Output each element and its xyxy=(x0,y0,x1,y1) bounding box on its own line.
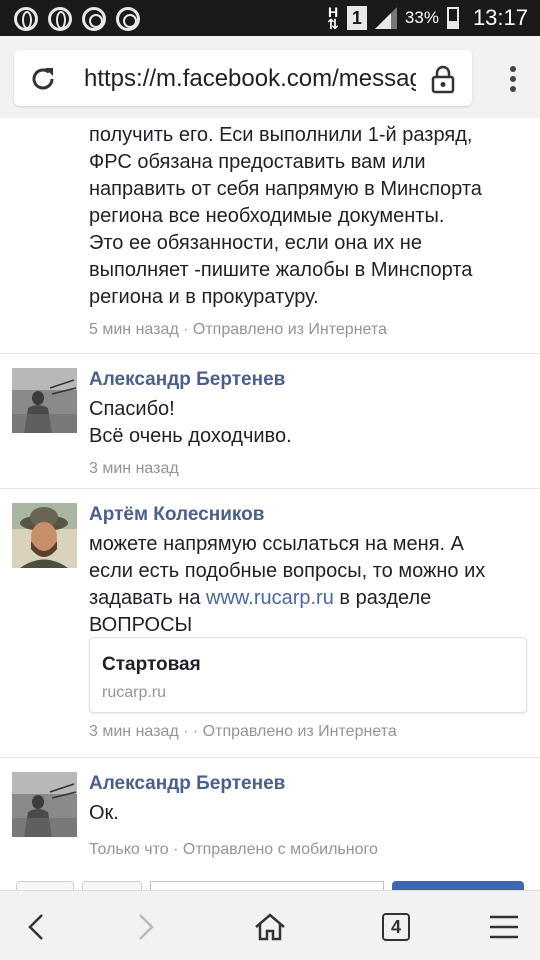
opera-icon xyxy=(14,7,38,31)
message-item: Артём Колесников можете напрямую ссылать… xyxy=(0,489,540,758)
message-item: Александр Бертенев Ок. Только что · Отпр… xyxy=(0,758,540,890)
link-preview-domain: rucarp.ru xyxy=(102,684,167,701)
message-thread: получить его. Еси выполнили 1-й разряд, … xyxy=(0,118,540,890)
home-icon[interactable] xyxy=(250,907,290,947)
avatar[interactable] xyxy=(12,772,77,837)
message-text: получить его. Еси выполнили 1-й разряд, … xyxy=(89,124,482,308)
opera-icon xyxy=(48,7,72,31)
author-name[interactable]: Артём Колесников xyxy=(89,503,529,527)
message-link[interactable]: www.rucarp.ru xyxy=(206,587,334,609)
chrome-icon xyxy=(116,7,140,31)
battery-percent: 33% xyxy=(404,8,439,27)
reply-input[interactable] xyxy=(150,881,384,890)
forward-icon[interactable] xyxy=(124,907,164,947)
author-name[interactable]: Александр Бертенев xyxy=(89,772,529,796)
attach-photo-button[interactable] xyxy=(16,881,74,890)
sticker-button[interactable] xyxy=(82,881,142,890)
signal-icon xyxy=(374,7,397,29)
hamburger-menu-icon[interactable] xyxy=(484,907,524,947)
chrome-icon xyxy=(82,7,106,31)
clock: 13:17 xyxy=(472,5,528,30)
avatar[interactable] xyxy=(12,368,77,433)
message-text: можете напрямую ссылаться на меня. А есл… xyxy=(89,533,486,636)
sim-icon: 1 xyxy=(346,6,367,30)
message-meta: 5 мин назад · Отправлено из Интернета xyxy=(89,321,387,338)
send-button[interactable] xyxy=(392,881,524,890)
lock-icon[interactable] xyxy=(430,64,456,94)
overflow-menu-icon[interactable] xyxy=(510,66,518,92)
browser-toolbar: https://m.facebook.com/messages xyxy=(0,36,540,118)
message-text: Спасибо! Всё очень доходчиво. xyxy=(89,398,292,447)
message-item: Александр Бертенев Спасибо! Всё очень до… xyxy=(0,354,540,489)
browser-bottom-nav: 4 xyxy=(0,890,540,960)
tab-count: 4 xyxy=(382,913,410,941)
message-meta: Только что · Отправлено с мобильного xyxy=(89,841,378,858)
message-item: получить его. Еси выполнили 1-й разряд, … xyxy=(0,118,540,354)
link-preview-title: Стартовая xyxy=(102,654,201,675)
status-bar: H ⇅ 1 33% 13:17 xyxy=(0,0,540,36)
network-type-icon: H ⇅ xyxy=(327,4,339,32)
message-meta: 3 мин назад · · Отправлено из Интернета xyxy=(89,723,397,740)
reply-composer xyxy=(0,878,540,890)
author-name[interactable]: Александр Бертенев xyxy=(89,368,529,392)
notification-icons xyxy=(14,7,140,31)
avatar[interactable] xyxy=(12,503,77,568)
message-text: Ок. xyxy=(89,802,119,824)
battery-icon xyxy=(446,7,459,29)
reload-icon[interactable] xyxy=(28,64,58,94)
tabs-button[interactable]: 4 xyxy=(376,907,416,947)
message-meta: 3 мин назад xyxy=(89,460,179,477)
url-text[interactable]: https://m.facebook.com/messages xyxy=(84,64,416,94)
link-preview-card[interactable]: Стартовая rucarp.ru xyxy=(89,637,527,713)
back-icon[interactable] xyxy=(18,907,58,947)
address-bar[interactable]: https://m.facebook.com/messages xyxy=(14,50,472,106)
